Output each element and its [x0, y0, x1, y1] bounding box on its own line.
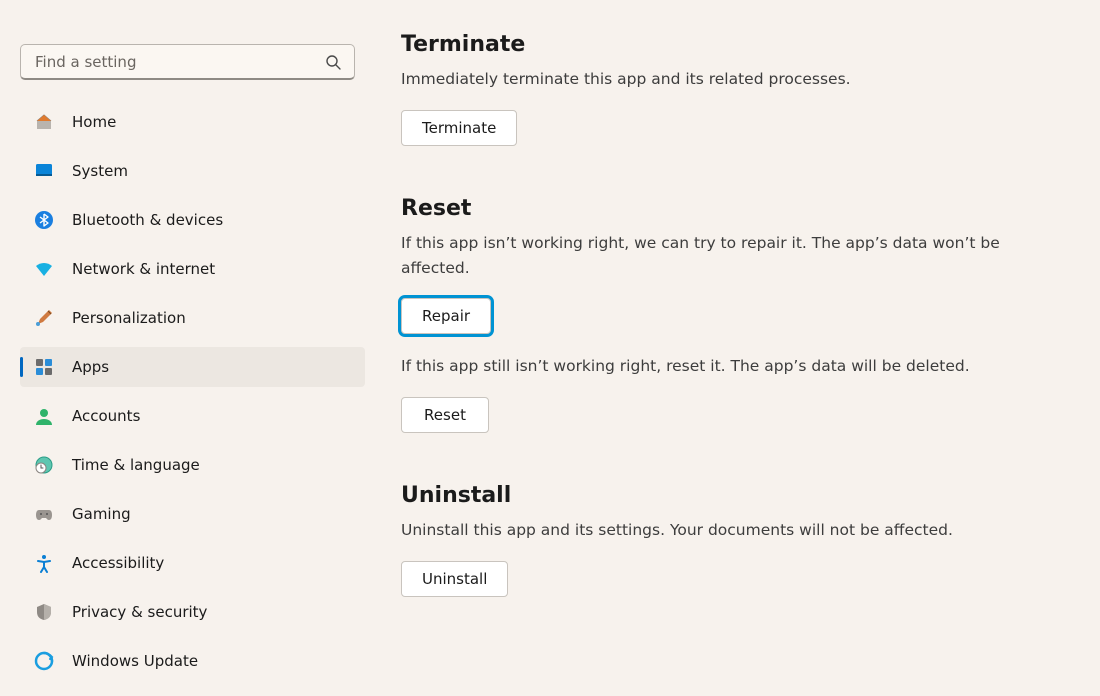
terminate-description: Immediately terminate this app and its r… — [401, 67, 1020, 92]
sidebar-item-privacy[interactable]: Privacy & security — [20, 592, 365, 632]
sidebar-item-personalization[interactable]: Personalization — [20, 298, 365, 338]
sidebar-item-accounts[interactable]: Accounts — [20, 396, 365, 436]
reset-heading: Reset — [401, 196, 1020, 221]
search-input[interactable] — [20, 44, 355, 80]
sidebar-item-label: Time & language — [72, 456, 200, 474]
sidebar-item-label: Network & internet — [72, 260, 215, 278]
home-icon — [34, 112, 54, 132]
sidebar-item-label: Accounts — [72, 407, 140, 425]
search-button[interactable] — [315, 44, 351, 80]
uninstall-heading: Uninstall — [401, 483, 1020, 508]
sidebar-item-label: Windows Update — [72, 652, 198, 670]
sidebar-item-accessibility[interactable]: Accessibility — [20, 543, 365, 583]
sidebar-item-network[interactable]: Network & internet — [20, 249, 365, 289]
sidebar-item-bluetooth[interactable]: Bluetooth & devices — [20, 200, 365, 240]
uninstall-description: Uninstall this app and its settings. You… — [401, 518, 1020, 543]
section-reset: Reset If this app isn’t working right, w… — [401, 196, 1020, 433]
sidebar-item-time-language[interactable]: Time & language — [20, 445, 365, 485]
sidebar-item-apps[interactable]: Apps — [20, 347, 365, 387]
sidebar-item-label: Gaming — [72, 505, 131, 523]
bluetooth-icon — [34, 210, 54, 230]
shield-icon — [34, 602, 54, 622]
update-icon — [34, 651, 54, 671]
sidebar-item-home[interactable]: Home — [20, 102, 365, 142]
uninstall-button[interactable]: Uninstall — [401, 561, 508, 597]
sidebar-item-windows-update[interactable]: Windows Update — [20, 641, 365, 681]
apps-icon — [34, 357, 54, 377]
repair-button[interactable]: Repair — [401, 298, 491, 334]
sidebar-item-label: Home — [72, 113, 116, 131]
search-icon — [325, 54, 341, 70]
system-icon — [34, 161, 54, 181]
settings-sidebar: Home System Bluetooth & devices — [0, 0, 375, 696]
paintbrush-icon — [34, 308, 54, 328]
sidebar-item-label: Apps — [72, 358, 109, 376]
globe-clock-icon — [34, 455, 54, 475]
sidebar-item-label: Accessibility — [72, 554, 164, 572]
reset-description: If this app still isn’t working right, r… — [401, 354, 1020, 379]
main-content: Terminate Immediately terminate this app… — [375, 0, 1100, 696]
sidebar-item-label: System — [72, 162, 128, 180]
sidebar-item-label: Bluetooth & devices — [72, 211, 223, 229]
terminate-heading: Terminate — [401, 32, 1020, 57]
sidebar-item-system[interactable]: System — [20, 151, 365, 191]
repair-description: If this app isn’t working right, we can … — [401, 231, 1020, 281]
sidebar-nav: Home System Bluetooth & devices — [20, 102, 365, 690]
sidebar-item-gaming[interactable]: Gaming — [20, 494, 365, 534]
section-terminate: Terminate Immediately terminate this app… — [401, 32, 1020, 146]
sidebar-item-label: Privacy & security — [72, 603, 207, 621]
accessibility-icon — [34, 553, 54, 573]
wifi-icon — [34, 259, 54, 279]
section-uninstall: Uninstall Uninstall this app and its set… — [401, 483, 1020, 597]
search-container — [20, 44, 355, 80]
terminate-button[interactable]: Terminate — [401, 110, 517, 146]
person-icon — [34, 406, 54, 426]
sidebar-item-label: Personalization — [72, 309, 186, 327]
gamepad-icon — [34, 504, 54, 524]
reset-button[interactable]: Reset — [401, 397, 489, 433]
